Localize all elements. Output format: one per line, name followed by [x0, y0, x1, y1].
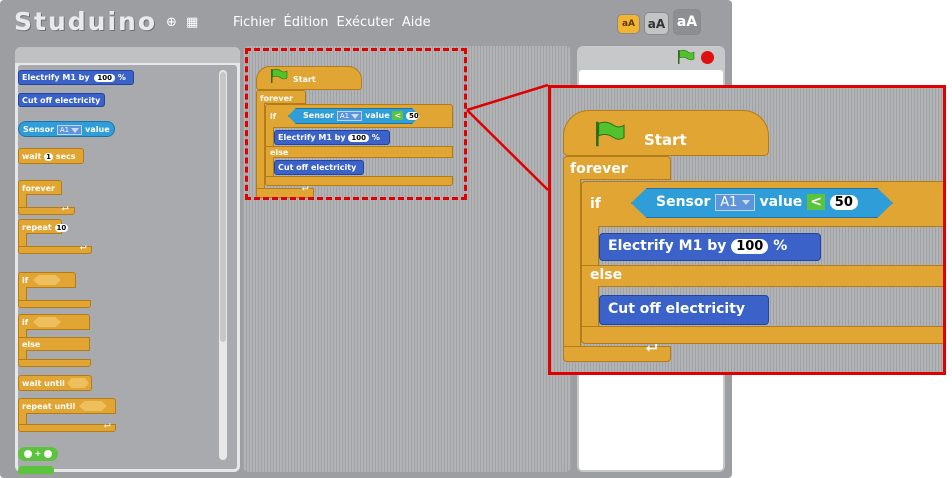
- else-arm: [581, 286, 599, 328]
- port-dropdown[interactable]: A1: [715, 194, 755, 211]
- green-flag-icon: [596, 121, 625, 147]
- zoom-panel: Start forever ⮠ if Sensor A1 value < 50 …: [548, 85, 946, 375]
- else-label: else: [581, 265, 943, 287]
- block-label: Start: [644, 131, 687, 149]
- port-value: A1: [720, 195, 738, 210]
- cut-off-block[interactable]: Cut off electricity: [599, 295, 769, 325]
- threshold-field[interactable]: 50: [829, 195, 858, 210]
- less-than-condition[interactable]: Sensor A1 value < 50: [631, 188, 893, 218]
- if-bottom: [581, 326, 943, 344]
- block-label: value: [759, 194, 803, 210]
- block-label: Electrify M1 by: [608, 238, 727, 254]
- block-label: %: [773, 238, 788, 254]
- block-label: Sensor: [656, 194, 711, 210]
- value-field[interactable]: 100: [731, 239, 769, 254]
- block-label: if: [590, 196, 601, 212]
- forever-block[interactable]: forever: [563, 156, 671, 180]
- dropdown-arrow-icon: [741, 200, 750, 205]
- operator-label: <: [807, 194, 825, 210]
- forever-arm: [563, 179, 581, 349]
- if-arm: [581, 226, 599, 266]
- electrify-block[interactable]: Electrify M1 by 100 %: [599, 233, 821, 261]
